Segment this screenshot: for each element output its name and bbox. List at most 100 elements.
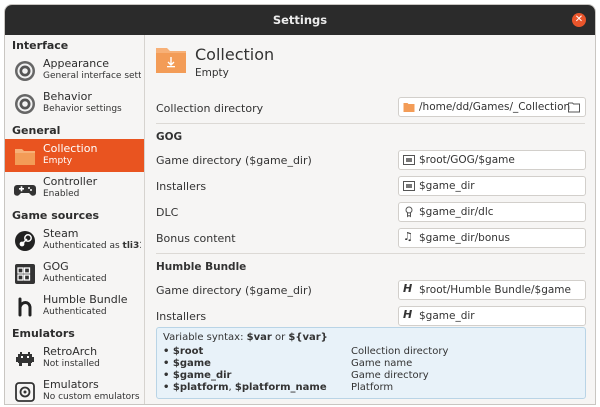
- gog-heading: GOG: [156, 131, 183, 143]
- collection-dir-label: Collection directory: [156, 102, 264, 115]
- sidebar-item-steam[interactable]: Steam Authenticated as tli313: [5, 224, 144, 257]
- folder-icon: [156, 48, 186, 73]
- humble-heading: Humble Bundle: [156, 261, 247, 273]
- var-game-dir: • $game_dir: [163, 370, 232, 381]
- section-heading-game-sources: Game sources: [12, 209, 100, 222]
- sidebar-item-emulators[interactable]: Emulators No custom emulators: [5, 375, 144, 404]
- sidebar-item-sub: No custom emulators: [43, 392, 140, 402]
- collection-dir-chooser[interactable]: /home/dd/Games/_Collection: [398, 97, 586, 117]
- gog-bonus-field[interactable]: ♫ $game_dir/bonus: [398, 228, 586, 248]
- gog-game-dir-field[interactable]: $root/GOG/$game: [398, 150, 586, 170]
- titlebar: Settings ✕: [5, 5, 595, 35]
- sidebar-item-sub: Behavior settings: [43, 104, 122, 114]
- field-value: $root/GOG/$game: [419, 154, 515, 166]
- dlc-icon: [405, 206, 413, 218]
- gog-installers-label: Installers: [156, 180, 207, 193]
- main-panel: Collection Empty Collection directory /h…: [146, 35, 595, 404]
- sidebar-item-label: Steam: [43, 227, 79, 240]
- divider: [156, 253, 585, 254]
- syntax-var2: ${var}: [288, 332, 328, 343]
- sidebar-item-collection[interactable]: Collection Empty: [5, 139, 144, 172]
- sidebar-item-sub: Empty: [43, 156, 73, 166]
- field-value: $root/Humble Bundle/$game: [419, 284, 571, 296]
- sidebar-item-label: Humble Bundle: [43, 293, 128, 306]
- gamepad-icon: [14, 185, 36, 196]
- window-title: Settings: [272, 13, 328, 27]
- sidebar-item-sub: General interface setti...: [43, 71, 141, 81]
- page-title: Collection: [195, 45, 275, 64]
- close-icon: ✕: [574, 14, 584, 25]
- humble-icon: [18, 297, 32, 317]
- sidebar-item-label: GOG: [43, 260, 69, 273]
- field-value: $game_dir: [419, 180, 475, 192]
- sidebar-item-label: RetroArch: [43, 345, 98, 358]
- gog-installers-field[interactable]: $game_dir: [398, 176, 586, 196]
- gear-icon: [15, 61, 35, 81]
- emulators-icon: [15, 382, 35, 402]
- sidebar-item-humble-bundle[interactable]: Humble Bundle Authenticated: [5, 290, 144, 323]
- syntax-intro: Variable syntax: $var or ${var}: [163, 332, 328, 343]
- sidebar-item-sub: Not installed: [43, 359, 100, 369]
- var-root: • $root: [163, 346, 204, 357]
- steam-icon: [15, 231, 35, 251]
- sidebar-item-controller[interactable]: Controller Enabled: [5, 172, 144, 205]
- sidebar-item-label: Appearance: [43, 57, 110, 70]
- folder-icon: [403, 103, 415, 112]
- sidebar-item-appearance[interactable]: Appearance General interface setti...: [5, 54, 144, 87]
- var-game-desc: Game name: [351, 358, 413, 369]
- var-platform-desc: Platform: [351, 382, 394, 393]
- settings-window: Settings ✕ Interface Appearance General …: [4, 4, 596, 405]
- close-button[interactable]: ✕: [572, 13, 586, 27]
- gog-dlc-label: DLC: [156, 206, 179, 219]
- music-note-icon: ♫: [403, 230, 413, 243]
- page-subtitle: Empty: [195, 67, 229, 79]
- divider: [156, 123, 585, 124]
- var-platform-b: $platform_name: [234, 382, 327, 393]
- syntax-var1: $var: [246, 332, 272, 343]
- sidebar-item-gog[interactable]: GOG Authenticated: [5, 257, 144, 290]
- auth-prefix: Authenticated as: [43, 241, 123, 251]
- var-platform-a: • $platform: [163, 382, 229, 393]
- humble-icon: H: [403, 282, 413, 295]
- collection-dir-value: /home/dd/Games/_Collection: [419, 101, 571, 113]
- sidebar: Interface Appearance General interface s…: [5, 35, 145, 404]
- field-value: $game_dir/dlc: [419, 206, 494, 218]
- gog-icon: [15, 264, 35, 284]
- gog-bonus-label: Bonus content: [156, 232, 236, 245]
- humble-game-dir-field[interactable]: H $root/Humble Bundle/$game: [398, 280, 586, 300]
- variable-syntax-info: Variable syntax: $var or ${var} • $root …: [156, 327, 586, 399]
- sidebar-item-sub: Authenticated: [43, 274, 107, 284]
- field-value: $game_dir/bonus: [419, 232, 511, 244]
- gear-icon: [15, 94, 35, 114]
- var-game-dir-desc: Game directory: [351, 370, 429, 381]
- humble-game-dir-label: Game directory ($game_dir): [156, 284, 312, 297]
- sidebar-item-retroarch[interactable]: RetroArch Not installed: [5, 342, 144, 375]
- humble-icon: H: [403, 308, 413, 321]
- syntax-or: or: [271, 332, 289, 343]
- section-heading-interface: Interface: [12, 39, 69, 52]
- gog-dlc-field[interactable]: $game_dir/dlc: [398, 202, 586, 222]
- humble-installers-field[interactable]: H $game_dir: [398, 306, 586, 326]
- syntax-intro-text: Variable syntax:: [163, 332, 247, 343]
- gog-game-dir-label: Game directory ($game_dir): [156, 154, 312, 167]
- sidebar-item-behavior[interactable]: Behavior Behavior settings: [5, 87, 144, 120]
- sidebar-item-sub: Authenticated as tli313: [43, 241, 141, 251]
- folder-template-icon: [403, 155, 415, 165]
- sidebar-item-label: Emulators: [43, 378, 99, 391]
- sidebar-item-sub: Authenticated: [43, 307, 107, 317]
- sidebar-item-label: Behavior: [43, 90, 92, 103]
- section-heading-general: General: [12, 124, 61, 137]
- var-game: • $game: [163, 358, 211, 369]
- sidebar-item-sub: Enabled: [43, 189, 80, 199]
- var-platform: • $platform, $platform_name: [163, 382, 327, 393]
- folder-template-icon: [403, 181, 415, 191]
- field-value: $game_dir: [419, 310, 475, 322]
- folder-icon: [15, 149, 35, 165]
- sidebar-item-label: Controller: [43, 175, 98, 188]
- sidebar-item-label: Collection: [43, 142, 98, 155]
- humble-installers-label: Installers: [156, 310, 207, 323]
- var-root-desc: Collection directory: [351, 346, 449, 357]
- open-folder-icon[interactable]: [568, 101, 580, 113]
- retroarch-icon: [16, 352, 34, 366]
- auth-username: tli313: [122, 241, 141, 251]
